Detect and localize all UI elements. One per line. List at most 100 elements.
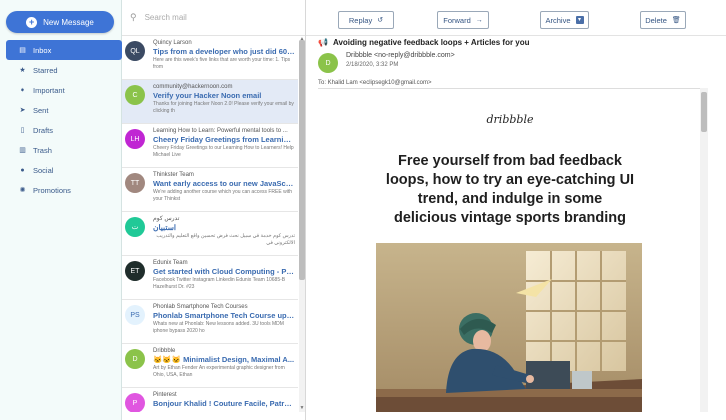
search-icon: ⚲ (130, 12, 137, 22)
reply-button[interactable]: Replay ↺ (338, 11, 394, 29)
message-preview: Facebook Twitter Instagram Linkedin Edun… (153, 277, 286, 290)
trash-icon: ▥ (19, 147, 26, 154)
message-sender: Dribbble (153, 348, 176, 354)
scrollbar-thumb[interactable] (701, 92, 707, 132)
list-item[interactable]: D Dribbble 🐱🐱🐱 Minimalist Design, Maxima… (122, 344, 298, 388)
reply-icon: ↺ (377, 17, 384, 24)
message-sender: Edunix Team (153, 260, 188, 266)
megaphone-icon: 📢 (318, 38, 328, 47)
archive-label: Archive (545, 15, 571, 25)
message-subject: 🐱🐱🐱 Minimalist Design, Maximal A... (153, 355, 295, 364)
star-icon: ★ (19, 67, 26, 74)
delete-button[interactable]: Delete 🗑 (640, 11, 686, 29)
sidebar-item-label: Inbox (33, 45, 52, 55)
social-icon: ● (20, 166, 25, 174)
message-sender: Thinkster Team (153, 172, 194, 178)
sidebar-item-sent[interactable]: ➤ Sent (6, 100, 122, 120)
message-preview: We're adding another course which you ca… (153, 189, 292, 202)
sidebar-item-drafts[interactable]: ▯ Drafts (6, 120, 122, 140)
folder-nav: ▤ Inbox ★ Starred ➧ Important ➤ Sent ▯ D… (6, 40, 122, 200)
avatar: PS (125, 305, 145, 325)
dribbble-logo: dribbble (486, 113, 534, 126)
sidebar-item-promotions[interactable]: ✺ Promotions (6, 180, 122, 200)
message-subject-text: Avoiding negative feedback loops + Artic… (332, 38, 530, 47)
message-subject: استبيان (153, 223, 176, 232)
sidebar-item-important[interactable]: ➧ Important (6, 80, 122, 100)
message-subject: Phonlab Smartphone Tech Course updat... (153, 311, 295, 320)
message-list-scrollbar[interactable] (299, 40, 305, 412)
sidebar: + New Message ▤ Inbox ★ Starred ➧ Import… (0, 0, 122, 420)
list-item[interactable]: C community@hackernoon.com Verify your H… (122, 80, 298, 124)
newsletter-illustration (376, 243, 642, 412)
sender-address: Dribbble <no-reply@dribbble.com> (346, 52, 455, 59)
list-item[interactable]: PS Phonlab Smartphone Tech Courses Phonl… (122, 300, 298, 344)
message-subject: Cheery Friday Greetings from Learning ..… (153, 135, 295, 144)
sidebar-item-label: Sent (33, 105, 49, 115)
avatar: C (125, 85, 145, 105)
message-title: 📢 Avoiding negative feedback loops + Art… (318, 38, 708, 47)
message-sender: Learning How to Learn: Powerful mental t… (153, 128, 288, 134)
avatar: ت (125, 217, 145, 237)
trash-icon: 🗑 (671, 17, 681, 24)
message-sender: community@hackernoon.com (153, 84, 233, 90)
sidebar-item-social[interactable]: ● Social (6, 160, 122, 180)
important-icon: ➧ (19, 87, 26, 94)
message-sender: Pinterest (153, 392, 177, 398)
sidebar-item-starred[interactable]: ★ Starred (6, 60, 122, 80)
archive-button[interactable]: Archive ▾ (540, 11, 589, 29)
inbox-icon: ▤ (19, 47, 26, 54)
message-sender-block: D Dribbble <no-reply@dribbble.com> 2/18/… (318, 51, 708, 77)
message-list-pane: ⚲ QL Quincy Larson Tips from a developer… (122, 0, 306, 420)
forward-button[interactable]: Forward → (437, 11, 489, 29)
newsletter-headline: Free yourself from bad feedback loops, h… (385, 153, 635, 226)
sidebar-item-inbox[interactable]: ▤ Inbox (6, 40, 122, 60)
list-item[interactable]: LH Learning How to Learn: Powerful menta… (122, 124, 298, 168)
reply-label: Replay (348, 15, 373, 25)
drafts-icon: ▯ (20, 127, 25, 134)
message-subject: Want early access to our new JavaScript … (153, 179, 295, 188)
forward-icon: → (475, 16, 483, 24)
search-input[interactable] (144, 13, 285, 22)
message-preview: تدرس كوم خدمة في سبيل نحث فرض تحسين واقع… (156, 233, 295, 246)
sidebar-item-trash[interactable]: ▥ Trash (6, 140, 122, 160)
list-item[interactable]: TT Thinkster Team Want early access to o… (122, 168, 298, 212)
avatar: LH (125, 129, 145, 149)
message-sender: تدرس كوم (153, 216, 180, 222)
avatar: ET (125, 261, 145, 281)
message-preview: Whats new at Phonlab: New lessons added.… (153, 321, 284, 334)
message-subject: Tips from a developer who just did 60 c.… (153, 47, 295, 56)
message-sender: Phonlab Smartphone Tech Courses (153, 304, 248, 310)
list-item[interactable]: P Pinterest Bonjour Khalid ! Couture Fac… (122, 388, 298, 412)
message-preview: Here are this week's five links that are… (153, 57, 291, 70)
sidebar-item-label: Starred (33, 65, 58, 75)
message-preview: Thanks for joining Hacker Noon 2.0! Plea… (153, 101, 294, 114)
avatar: D (318, 53, 338, 73)
delete-label: Delete (645, 15, 667, 25)
archive-icon: ▾ (575, 16, 584, 24)
list-item[interactable]: ET Edunix Team Get started with Cloud Co… (122, 256, 298, 300)
plus-icon: + (26, 16, 38, 28)
list-item[interactable]: ت تدرس كوم استبيان تدرس كوم خدمة في سبيل… (122, 212, 298, 256)
search-bar: ⚲ (122, 0, 305, 36)
message-subject: Verify your Hacker Noon email (153, 91, 262, 100)
sidebar-item-label: Social (33, 165, 54, 175)
message-recipient: To: Khalid Lam <eclipsegk10@gmail.com> (318, 80, 432, 86)
message-toolbar: Replay ↺ Forward → Archive ▾ Delete 🗑 (306, 0, 726, 36)
avatar: QL (125, 41, 145, 61)
sidebar-item-label: Drafts (33, 125, 54, 135)
sidebar-item-label: Promotions (33, 185, 71, 195)
message-body-scrollbar[interactable] (700, 88, 708, 412)
reading-pane: Replay ↺ Forward → Archive ▾ Delete 🗑 📢 … (306, 0, 726, 420)
scrollbar-thumb[interactable] (299, 40, 305, 280)
new-message-button[interactable]: + New Message (6, 11, 114, 33)
message-date: 2/18/2020, 3:32 PM (346, 62, 399, 68)
sidebar-item-label: Trash (33, 145, 52, 155)
promotions-icon: ✺ (19, 187, 26, 194)
send-icon: ➤ (19, 107, 26, 114)
avatar: P (125, 393, 145, 412)
scroll-down-icon[interactable]: ▼ (299, 405, 305, 411)
message-body: dribbble Free yourself from bad feedback… (318, 88, 702, 412)
avatar: TT (125, 173, 145, 193)
message-sender: Quincy Larson (153, 40, 192, 46)
list-item[interactable]: QL Quincy Larson Tips from a developer w… (122, 36, 298, 80)
